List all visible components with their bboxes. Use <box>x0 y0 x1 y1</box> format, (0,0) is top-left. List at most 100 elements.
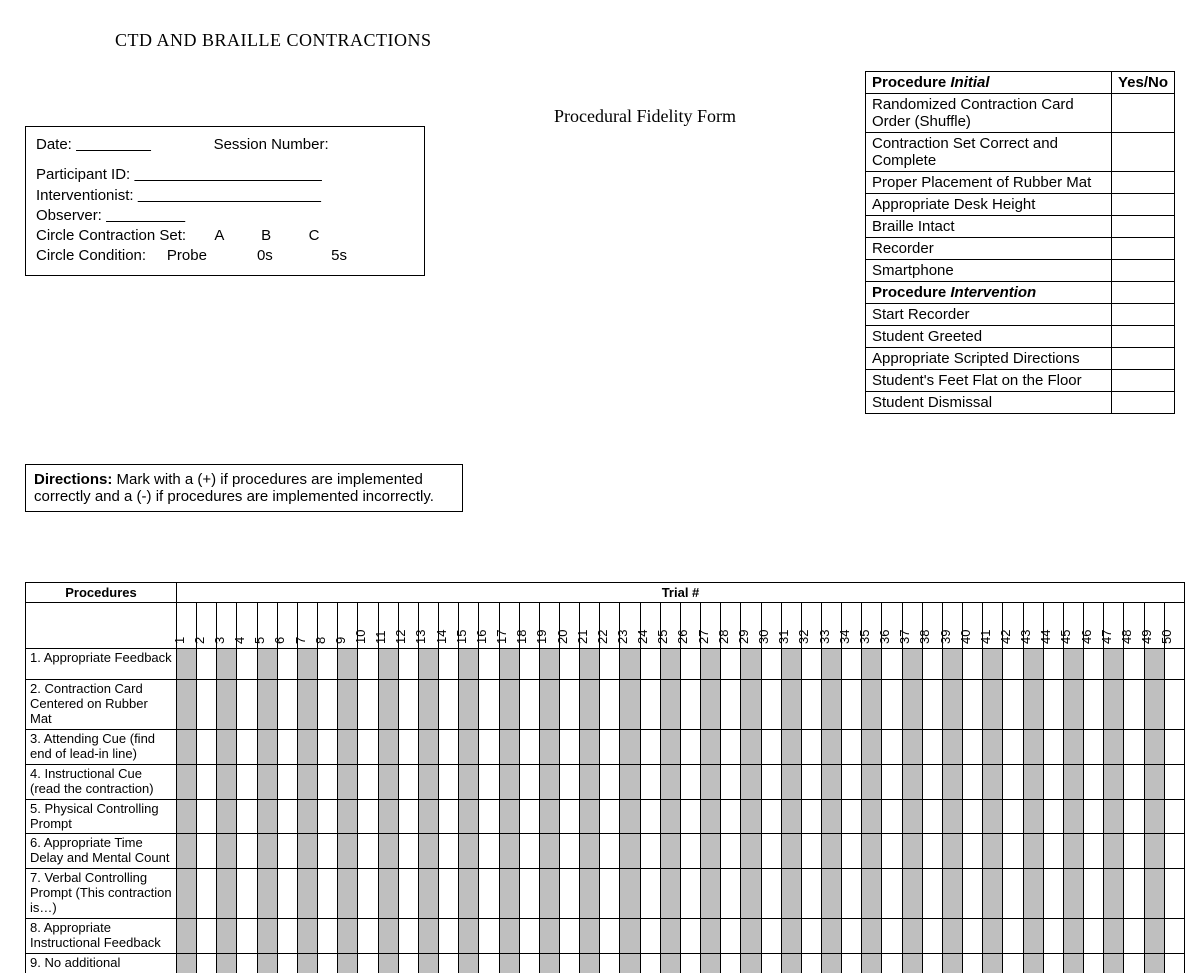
trial-cell[interactable] <box>741 729 761 764</box>
trial-cell[interactable] <box>358 680 378 730</box>
trial-cell[interactable] <box>1164 834 1184 869</box>
trial-cell[interactable] <box>620 649 640 680</box>
trial-cell[interactable] <box>318 729 338 764</box>
trial-cell[interactable] <box>983 764 1003 799</box>
trial-cell[interactable] <box>519 764 539 799</box>
trial-cell[interactable] <box>1003 649 1023 680</box>
trial-cell[interactable] <box>922 954 942 973</box>
trial-cell[interactable] <box>499 764 519 799</box>
trial-cell[interactable] <box>580 869 600 919</box>
trial-cell[interactable] <box>660 919 680 954</box>
trial-cell[interactable] <box>842 919 862 954</box>
trial-cell[interactable] <box>1084 834 1104 869</box>
trial-cell[interactable] <box>600 649 620 680</box>
trial-cell[interactable] <box>660 729 680 764</box>
trial-cell[interactable] <box>822 764 842 799</box>
trial-cell[interactable] <box>701 954 721 973</box>
trial-cell[interactable] <box>942 649 962 680</box>
trial-cell[interactable] <box>701 919 721 954</box>
trial-cell[interactable] <box>277 729 297 764</box>
set-option-c[interactable]: C <box>309 227 320 244</box>
trial-cell[interactable] <box>963 869 983 919</box>
trial-cell[interactable] <box>842 799 862 834</box>
trial-cell[interactable] <box>559 729 579 764</box>
trial-cell[interactable] <box>1043 649 1063 680</box>
trial-cell[interactable] <box>1084 649 1104 680</box>
trial-cell[interactable] <box>781 954 801 973</box>
trial-cell[interactable] <box>338 729 358 764</box>
trial-cell[interactable] <box>721 834 741 869</box>
trial-cell[interactable] <box>177 869 197 919</box>
trial-cell[interactable] <box>499 869 519 919</box>
trial-cell[interactable] <box>1003 729 1023 764</box>
trial-cell[interactable] <box>318 680 338 730</box>
trial-cell[interactable] <box>963 799 983 834</box>
trial-cell[interactable] <box>983 954 1003 973</box>
trial-cell[interactable] <box>358 869 378 919</box>
trial-cell[interactable] <box>1164 919 1184 954</box>
trial-cell[interactable] <box>600 680 620 730</box>
trial-cell[interactable] <box>297 919 317 954</box>
trial-cell[interactable] <box>439 729 459 764</box>
trial-cell[interactable] <box>559 834 579 869</box>
trial-cell[interactable] <box>680 729 700 764</box>
yn-cell[interactable] <box>1111 304 1174 326</box>
trial-cell[interactable] <box>1043 680 1063 730</box>
trial-cell[interactable] <box>439 680 459 730</box>
trial-cell[interactable] <box>257 764 277 799</box>
trial-cell[interactable] <box>257 799 277 834</box>
trial-cell[interactable] <box>539 799 559 834</box>
trial-cell[interactable] <box>1124 834 1144 869</box>
trial-cell[interactable] <box>217 729 237 764</box>
yn-cell[interactable] <box>1111 194 1174 216</box>
trial-cell[interactable] <box>1063 649 1083 680</box>
trial-cell[interactable] <box>761 869 781 919</box>
yn-cell[interactable] <box>1111 326 1174 348</box>
trial-cell[interactable] <box>822 649 842 680</box>
trial-cell[interactable] <box>257 869 277 919</box>
trial-cell[interactable] <box>721 649 741 680</box>
trial-cell[interactable] <box>257 649 277 680</box>
trial-cell[interactable] <box>902 799 922 834</box>
trial-cell[interactable] <box>862 764 882 799</box>
trial-cell[interactable] <box>1104 799 1124 834</box>
trial-cell[interactable] <box>479 680 499 730</box>
trial-cell[interactable] <box>1124 919 1144 954</box>
trial-cell[interactable] <box>378 680 398 730</box>
trial-cell[interactable] <box>822 954 842 973</box>
trial-cell[interactable] <box>257 680 277 730</box>
trial-cell[interactable] <box>1104 649 1124 680</box>
trial-cell[interactable] <box>660 834 680 869</box>
trial-cell[interactable] <box>862 649 882 680</box>
trial-cell[interactable] <box>499 799 519 834</box>
trial-cell[interactable] <box>1144 799 1164 834</box>
trial-cell[interactable] <box>499 834 519 869</box>
trial-cell[interactable] <box>1084 919 1104 954</box>
trial-cell[interactable] <box>620 729 640 764</box>
trial-cell[interactable] <box>318 764 338 799</box>
trial-cell[interactable] <box>358 649 378 680</box>
trial-cell[interactable] <box>378 954 398 973</box>
trial-cell[interactable] <box>580 834 600 869</box>
trial-cell[interactable] <box>318 649 338 680</box>
trial-cell[interactable] <box>398 680 418 730</box>
trial-cell[interactable] <box>963 919 983 954</box>
trial-cell[interactable] <box>680 919 700 954</box>
trial-cell[interactable] <box>177 729 197 764</box>
trial-cell[interactable] <box>1124 869 1144 919</box>
trial-cell[interactable] <box>902 680 922 730</box>
trial-cell[interactable] <box>297 729 317 764</box>
trial-cell[interactable] <box>177 799 197 834</box>
trial-cell[interactable] <box>580 764 600 799</box>
trial-cell[interactable] <box>479 799 499 834</box>
trial-cell[interactable] <box>237 919 257 954</box>
trial-cell[interactable] <box>418 799 438 834</box>
trial-cell[interactable] <box>842 680 862 730</box>
trial-cell[interactable] <box>439 919 459 954</box>
trial-cell[interactable] <box>580 649 600 680</box>
trial-cell[interactable] <box>761 919 781 954</box>
trial-cell[interactable] <box>963 649 983 680</box>
trial-cell[interactable] <box>680 869 700 919</box>
trial-cell[interactable] <box>882 680 902 730</box>
trial-cell[interactable] <box>197 869 217 919</box>
